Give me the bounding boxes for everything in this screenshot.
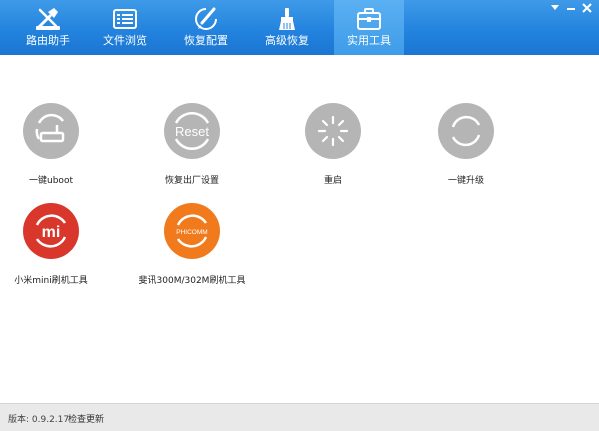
- tool-icon-circle: Reset: [164, 103, 220, 159]
- file-browser-icon: [113, 9, 137, 29]
- tool-label: 斐讯300M/302M刷机工具: [138, 276, 246, 286]
- reset-icon: Reset: [164, 103, 220, 159]
- tool-icon-circle: [438, 103, 494, 159]
- close-icon[interactable]: [580, 2, 594, 14]
- router-tools-icon: [36, 8, 60, 30]
- tab-label: 高级恢复: [265, 34, 309, 47]
- minimize-icon[interactable]: [564, 2, 578, 14]
- xiaomi-logo-icon: mi: [23, 203, 79, 259]
- tab-label: 路由助手: [26, 34, 70, 47]
- tool-phicomm-flash[interactable]: PHICOMM 斐讯300M/302M刷机工具: [132, 203, 252, 293]
- check-update-link[interactable]: 检查更新: [68, 412, 104, 425]
- router-refresh-icon: [23, 103, 79, 159]
- top-toolbar: 路由助手 文件浏览 恢复配置 高级恢复 实用工具: [0, 0, 599, 55]
- tool-icon-circle: PHICOMM: [164, 203, 220, 259]
- reset-icon-text: Reset: [175, 124, 209, 139]
- tool-icon-circle: mi: [23, 203, 79, 259]
- upgrade-refresh-icon: [438, 103, 494, 159]
- tool-icon-circle: [23, 103, 79, 159]
- tool-label: 一键uboot: [29, 176, 73, 186]
- tab-file-browser[interactable]: 文件浏览: [90, 0, 160, 55]
- tool-one-click-upgrade[interactable]: 一键升级: [406, 103, 526, 193]
- version-text: 版本: 0.9.2.17: [8, 415, 70, 425]
- tab-label: 文件浏览: [103, 34, 147, 47]
- tab-label: 实用工具: [347, 34, 391, 47]
- tool-label: 一键升级: [447, 176, 484, 186]
- tab-advanced-restore[interactable]: 高级恢复: [252, 0, 322, 55]
- tab-restore-config[interactable]: 恢复配置: [171, 0, 241, 55]
- phicomm-logo-icon: PHICOMM: [164, 203, 220, 259]
- tool-restart[interactable]: 重启: [273, 103, 393, 193]
- tab-label: 恢复配置: [184, 34, 228, 47]
- xiaomi-logo-text: mi: [42, 224, 61, 241]
- tool-one-click-uboot[interactable]: 一键uboot: [0, 103, 111, 193]
- tool-label: 重启: [323, 176, 342, 186]
- tool-label: 恢复出厂设置: [164, 176, 219, 186]
- tab-utilities[interactable]: 实用工具: [334, 0, 404, 55]
- advanced-restore-icon: [279, 8, 295, 30]
- toolbox-icon: [357, 8, 381, 30]
- menu-dropdown-icon[interactable]: [548, 2, 562, 14]
- tab-router-assistant[interactable]: 路由助手: [13, 0, 83, 55]
- restore-config-icon: [195, 7, 217, 30]
- restart-spinner-icon: [305, 103, 361, 159]
- status-bar: 版本: 0.9.2.17 检查更新: [0, 403, 599, 431]
- tool-label: 小米mini刷机工具: [14, 276, 88, 286]
- tool-factory-reset[interactable]: Reset 恢复出厂设置: [132, 103, 252, 193]
- tool-xiaomi-mini-flash[interactable]: mi 小米mini刷机工具: [0, 203, 111, 293]
- phicomm-logo-text: PHICOMM: [176, 229, 207, 236]
- tool-icon-circle: [305, 103, 361, 159]
